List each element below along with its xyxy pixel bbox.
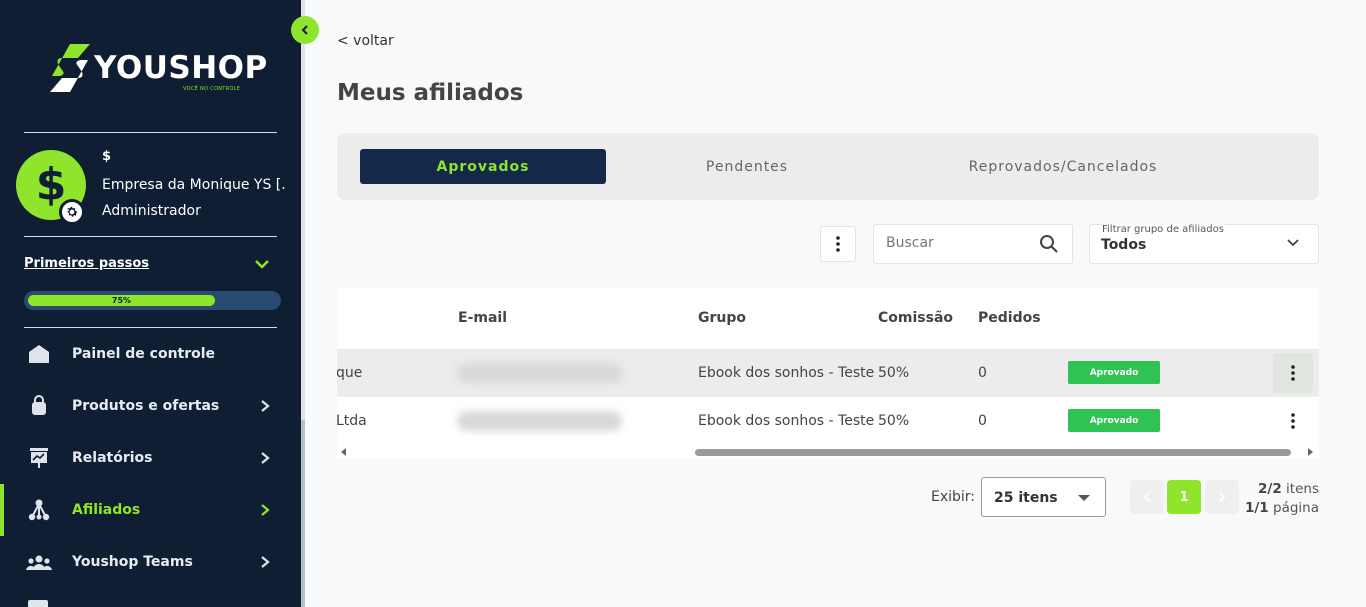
status-badge: Aprovado: [1068, 361, 1160, 384]
kebab-menu-icon: [836, 236, 840, 252]
more-options-button[interactable]: [820, 226, 856, 262]
pages-count: 1/1: [1244, 500, 1269, 516]
onboarding-title[interactable]: Primeiros passos: [24, 256, 149, 271]
row-actions-button[interactable]: [1273, 401, 1313, 441]
divider: [24, 132, 277, 133]
sidebar-item-label: Painel de controle: [72, 346, 216, 362]
chevron-down-icon: [1287, 239, 1299, 247]
team-icon: [26, 549, 52, 575]
chevron-right-icon: [1219, 492, 1226, 502]
row-actions-button[interactable]: [1273, 353, 1313, 393]
sidebar-scrollbar[interactable]: [301, 0, 305, 607]
youshop-logo-icon: [50, 44, 90, 92]
previous-page-button[interactable]: [1130, 480, 1164, 514]
progress-label: 75%: [111, 296, 132, 305]
affiliate-group-filter[interactable]: Filtrar grupo de afiliados Todos: [1089, 224, 1319, 264]
per-page-value: 25 itens: [994, 490, 1058, 506]
logo-wordmark: YOUSHOP: [94, 50, 268, 86]
status-badge: Aprovado: [1068, 409, 1160, 432]
affiliate-group: Ebook dos sonhos - Teste: [698, 413, 875, 429]
search-icon[interactable]: [1039, 234, 1059, 254]
caret-down-icon: [1078, 495, 1090, 501]
affiliate-group: Ebook dos sonhos - Teste: [698, 365, 875, 381]
sidebar-item-afiliados[interactable]: Afiliados: [0, 484, 301, 536]
tab-pendentes[interactable]: Pendentes: [624, 149, 870, 184]
chevron-right-icon: [261, 452, 270, 464]
settings-gear-icon[interactable]: [59, 199, 85, 225]
sidebar-scrollbar-thumb[interactable]: [301, 420, 305, 607]
chevron-down-icon[interactable]: [254, 257, 270, 271]
back-link[interactable]: < voltar: [337, 33, 394, 49]
tab-reprovados-cancelados[interactable]: Reprovados/Cancelados: [940, 149, 1186, 184]
affiliate-orders: 0: [978, 413, 987, 429]
column-header-email[interactable]: E-mail: [458, 310, 507, 326]
items-count: 2/2: [1258, 481, 1282, 497]
home-icon: [26, 341, 52, 367]
affiliate-name: que: [337, 365, 363, 381]
pages-label: página: [1273, 500, 1319, 516]
table-row[interactable]: Ltda Ebook dos sonhos - Teste 50% 0 Apro…: [337, 397, 1319, 445]
sidebar-item-label: Afiliados: [72, 502, 141, 518]
divider: [24, 236, 277, 237]
shopping-bag-icon: [26, 393, 52, 419]
sidebar-next-item-icon: [28, 600, 48, 607]
user-company: Empresa da Monique YS [...: [102, 177, 287, 193]
pages-count-line: 1/1 página: [1228, 499, 1319, 518]
scrollbar-thumb[interactable]: [695, 449, 1291, 456]
redacted-email: [457, 363, 622, 383]
scroll-right-arrow-icon[interactable]: [1308, 448, 1314, 456]
affiliates-table: E-mail Grupo Comissão Pedidos que Ebook …: [337, 288, 1319, 458]
kebab-menu-icon: [1291, 365, 1295, 381]
status-tabs: Aprovados Pendentes Reprovados/Cancelado…: [337, 133, 1319, 200]
chevron-right-icon: [261, 556, 270, 568]
user-name: $: [102, 149, 112, 164]
sidebar-item-label: Produtos e ofertas: [72, 398, 220, 414]
affiliate-name: Ltda: [337, 413, 367, 429]
affiliates-network-icon: [26, 497, 52, 523]
scroll-left-arrow-icon[interactable]: [341, 448, 347, 456]
table-row[interactable]: que Ebook dos sonhos - Teste 50% 0 Aprov…: [337, 349, 1319, 397]
pagination-info: 2/2 itens 1/1 página: [1228, 480, 1319, 518]
affiliate-commission: 50%: [878, 365, 910, 381]
chevron-right-icon: [261, 504, 270, 516]
onboarding-progress-bar: 75%: [24, 291, 281, 310]
affiliate-commission: 50%: [878, 413, 910, 429]
filter-label: Filtrar grupo de afiliados: [1101, 224, 1225, 235]
collapse-sidebar-button[interactable]: [291, 16, 319, 44]
column-header-grupo[interactable]: Grupo: [698, 310, 746, 326]
search-input[interactable]: [886, 235, 1036, 251]
logo-tagline: VOCÊ NO CONTROLE: [183, 86, 241, 92]
chevron-right-icon: [261, 400, 270, 412]
page-title: Meus afiliados: [337, 80, 524, 106]
youshop-logo[interactable]: YOUSHOP VOCÊ NO CONTROLE: [48, 42, 267, 98]
sidebar-item-youshop-teams[interactable]: Youshop Teams: [0, 536, 301, 588]
redacted-email: [457, 411, 622, 431]
user-role: Administrador: [102, 203, 201, 219]
page-button-current[interactable]: 1: [1167, 480, 1201, 514]
column-header-pedidos[interactable]: Pedidos: [978, 310, 1041, 326]
per-page-select[interactable]: 25 itens: [981, 477, 1106, 517]
column-header-comissao[interactable]: Comissão: [878, 310, 953, 326]
report-board-icon: [26, 445, 52, 471]
active-indicator: [0, 484, 4, 536]
search-box: [873, 224, 1073, 264]
progress-fill: 75%: [28, 295, 215, 306]
kebab-menu-icon: [1291, 413, 1295, 429]
filter-value: Todos: [1101, 237, 1147, 253]
sidebar-item-produtos[interactable]: Produtos e ofertas: [0, 380, 301, 432]
per-page-label: Exibir:: [931, 489, 976, 505]
affiliate-orders: 0: [978, 365, 987, 381]
sidebar: YOUSHOP VOCÊ NO CONTROLE $ $ Empresa da …: [0, 0, 301, 607]
tab-aprovados[interactable]: Aprovados: [360, 149, 606, 184]
table-horizontal-scrollbar[interactable]: [337, 446, 1319, 458]
items-count-line: 2/2 itens: [1228, 480, 1319, 499]
items-label: itens: [1286, 481, 1319, 497]
sidebar-item-relatorios[interactable]: Relatórios: [0, 432, 301, 484]
sidebar-item-painel[interactable]: Painel de controle: [0, 328, 301, 380]
chevron-left-icon: [1143, 492, 1150, 502]
sidebar-item-label: Relatórios: [72, 450, 153, 466]
sidebar-item-label: Youshop Teams: [72, 554, 193, 570]
avatar-symbol: $: [35, 159, 67, 210]
chevron-left-icon: [301, 25, 308, 35]
